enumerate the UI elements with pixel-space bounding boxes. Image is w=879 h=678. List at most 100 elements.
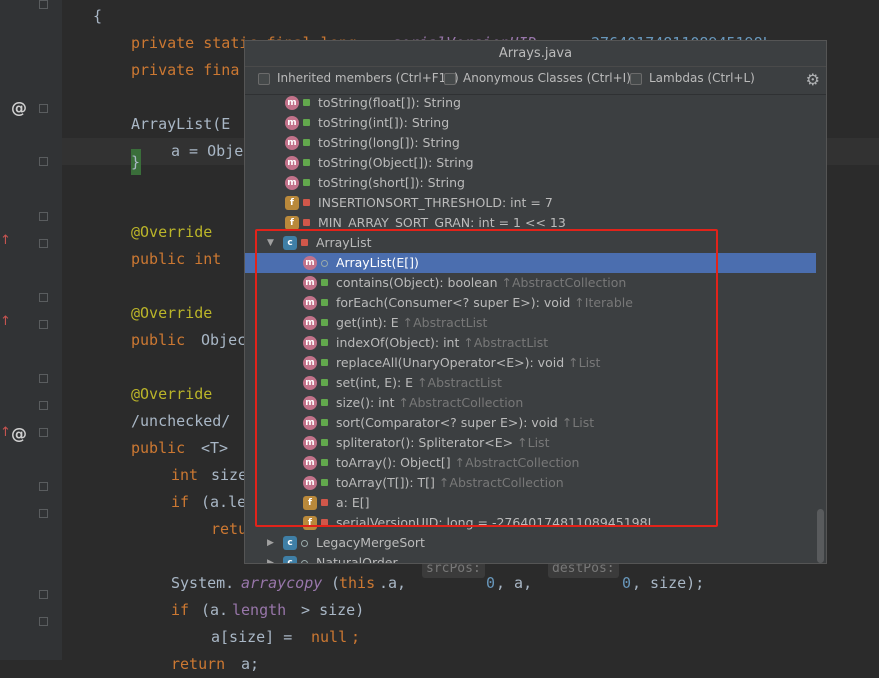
code-token: , size);: [632, 574, 705, 592]
tree-item-label: toString(long[]): String: [318, 135, 460, 150]
fold-toggle-icon[interactable]: [39, 320, 48, 329]
inherited-members-label[interactable]: Inherited members (Ctrl+F12): [277, 71, 459, 85]
method-icon: m: [285, 116, 299, 130]
tree-scrollbar[interactable]: [817, 509, 824, 563]
collapse-arrow-icon[interactable]: ▶: [267, 553, 274, 563]
code-token: System.: [171, 574, 235, 592]
annotation-highlight-box: [255, 229, 718, 527]
fold-toggle-icon[interactable]: [39, 374, 48, 383]
tree-item[interactable]: m toString(Object[]): String: [245, 153, 816, 173]
code-token: a;: [241, 655, 260, 673]
fold-toggle-icon[interactable]: [39, 293, 48, 302]
code-token: (a.le: [201, 493, 247, 511]
tree-item-label: MIN_ARRAY_SORT_GRAN: int = 1 << 13: [318, 215, 566, 230]
tree-item[interactable]: m toString(float[]): String: [245, 95, 816, 113]
code-token: private fina: [131, 61, 240, 79]
implements-marker-icon[interactable]: @: [11, 424, 27, 443]
code-token: this: [339, 574, 376, 592]
code-token: if: [171, 601, 199, 619]
class-icon: c: [283, 556, 297, 563]
fold-toggle-icon[interactable]: [39, 0, 48, 9]
code-token: ArrayList(E: [131, 115, 231, 133]
gear-icon[interactable]: ⚙: [806, 70, 820, 89]
package-visibility-icon: [301, 560, 308, 563]
fold-toggle-icon[interactable]: [39, 104, 48, 113]
tree-item[interactable]: m toString(short[]): String: [245, 173, 816, 193]
public-visibility-icon: [303, 99, 310, 106]
tree-item-label: toString(short[]): String: [318, 175, 465, 190]
method-icon: m: [285, 136, 299, 150]
code-token: public: [131, 439, 195, 457]
override-marker-icon[interactable]: ↑: [0, 233, 11, 248]
tree-item[interactable]: f INSERTIONSORT_THRESHOLD: int = 7: [245, 193, 816, 213]
code-token: 0: [486, 574, 496, 592]
implements-marker-icon[interactable]: @: [11, 98, 27, 117]
tree-item-label: toString(float[]): String: [318, 95, 461, 110]
private-lock-icon: [303, 219, 310, 226]
public-visibility-icon: [303, 119, 310, 126]
fold-toggle-icon[interactable]: [39, 157, 48, 166]
code-token: a[size] =: [211, 628, 302, 646]
code-token: if: [171, 493, 199, 511]
code-token: ;: [351, 628, 361, 646]
method-icon: m: [285, 176, 299, 190]
code-line[interactable]: a[size] = null;: [62, 624, 879, 651]
tree-item-label: NaturalOrder: [316, 555, 398, 564]
tree-item[interactable]: m toString(long[]): String: [245, 133, 816, 153]
tree-item-label: toString(int[]): String: [318, 115, 450, 130]
tree-item-label: toString(Object[]): String: [318, 155, 474, 170]
package-visibility-icon: [301, 540, 308, 547]
tree-item[interactable]: m toString(int[]): String: [245, 113, 816, 133]
class-icon: c: [283, 536, 297, 550]
public-visibility-icon: [303, 179, 310, 186]
tree-node-class[interactable]: ▶ c LegacyMergeSort: [245, 533, 816, 553]
tree-item-label: LegacyMergeSort: [316, 535, 425, 550]
public-visibility-icon: [303, 159, 310, 166]
fold-toggle-icon[interactable]: [39, 590, 48, 599]
popup-title: Arrays.java: [245, 41, 826, 67]
code-line[interactable]: return a;: [62, 651, 879, 678]
lambdas-label[interactable]: Lambdas (Ctrl+L): [649, 71, 755, 85]
code-token: @Override: [131, 385, 213, 403]
code-line[interactable]: {: [62, 3, 879, 30]
field-icon: f: [285, 216, 299, 230]
brace-match-highlight: }: [131, 149, 141, 175]
code-token: arraycopy: [241, 574, 323, 592]
code-token: @Override: [131, 223, 213, 241]
override-marker-icon[interactable]: ↑: [0, 425, 11, 440]
code-token: .a,: [379, 574, 407, 592]
fold-toggle-icon[interactable]: [39, 401, 48, 410]
code-token: public int: [131, 250, 222, 268]
code-token: retu: [211, 520, 248, 538]
tree-node-class[interactable]: ▶ c NaturalOrder: [245, 553, 816, 564]
fold-toggle-icon[interactable]: [39, 212, 48, 221]
code-token: 0: [622, 574, 632, 592]
field-icon: f: [285, 196, 299, 210]
anonymous-classes-label[interactable]: Anonymous Classes (Ctrl+I): [463, 71, 631, 85]
fold-toggle-icon[interactable]: [39, 239, 48, 248]
code-token: length: [232, 601, 287, 619]
anonymous-classes-checkbox[interactable]: [444, 73, 456, 85]
inherited-members-checkbox[interactable]: [258, 73, 270, 85]
lambdas-checkbox[interactable]: [630, 73, 642, 85]
code-token: Objec: [201, 331, 247, 349]
tree-item-label: INSERTIONSORT_THRESHOLD: int = 7: [318, 195, 553, 210]
fold-toggle-icon[interactable]: [39, 428, 48, 437]
editor-gutter: @ @ ↑ ↑ ↑: [0, 0, 62, 660]
public-visibility-icon: [303, 139, 310, 146]
code-token: public: [131, 331, 195, 349]
code-token: (a.: [201, 601, 229, 619]
collapse-arrow-icon[interactable]: ▶: [267, 533, 274, 553]
method-icon: m: [285, 156, 299, 170]
code-token: null: [311, 628, 348, 646]
structure-filter-bar: Inherited members (Ctrl+F12) Anonymous C…: [245, 66, 826, 95]
code-token: > size): [292, 601, 365, 619]
fold-toggle-icon[interactable]: [39, 482, 48, 491]
override-marker-icon[interactable]: ↑: [0, 314, 11, 329]
fold-toggle-icon[interactable]: [39, 617, 48, 626]
fold-toggle-icon[interactable]: [39, 509, 48, 518]
private-lock-icon: [303, 199, 310, 206]
code-token: , a,: [496, 574, 533, 592]
code-token: /unchecked/: [131, 412, 231, 430]
code-line[interactable]: if (a. length > size): [62, 597, 879, 624]
